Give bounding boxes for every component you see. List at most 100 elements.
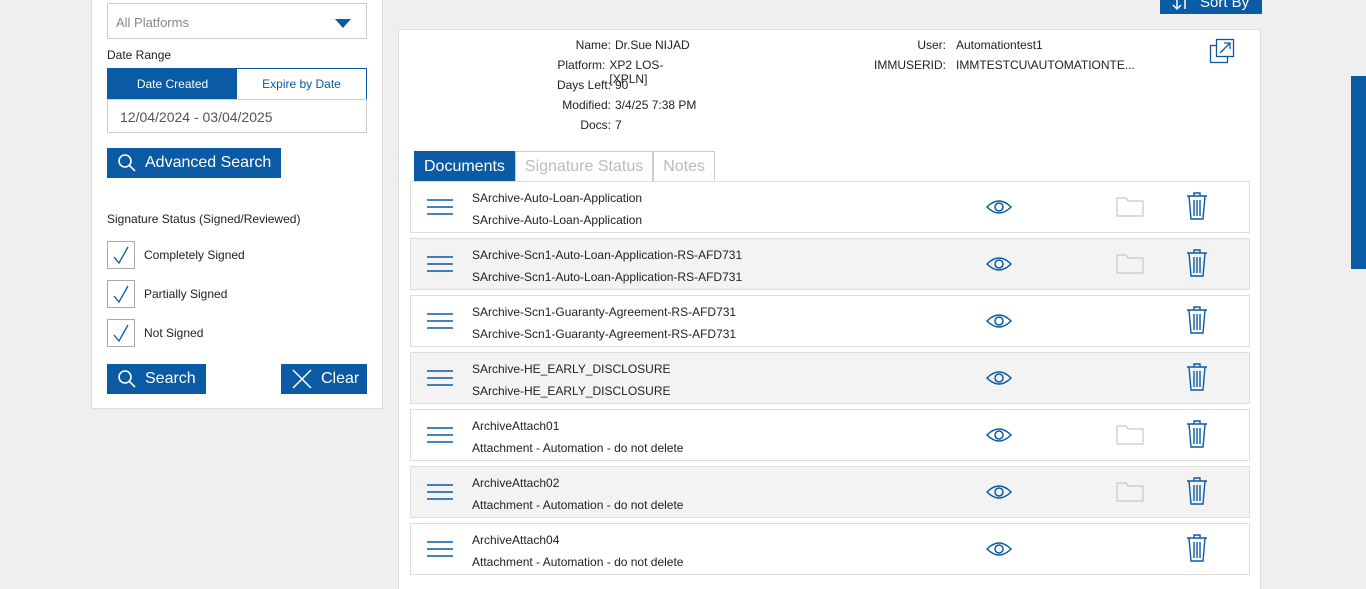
document-name: ArchiveAttach04	[472, 533, 560, 547]
view-eye-icon[interactable]	[985, 482, 1013, 507]
trash-icon[interactable]	[1186, 534, 1208, 567]
trash-icon[interactable]	[1186, 477, 1208, 510]
date-created-tab[interactable]: Date Created	[108, 69, 237, 99]
menu-icon[interactable]	[427, 540, 453, 563]
document-name: ArchiveAttach01	[472, 419, 560, 433]
menu-icon[interactable]	[427, 426, 453, 449]
info-key: Docs:	[580, 118, 611, 132]
search-icon	[118, 154, 136, 172]
side-panel-handle[interactable]	[1351, 76, 1366, 269]
info-value: 7	[615, 118, 622, 132]
info-row-name: Name: Dr.Sue NIJAD	[399, 38, 699, 58]
document-name: ArchiveAttach02	[472, 476, 560, 490]
trash-icon[interactable]	[1186, 306, 1208, 339]
menu-icon[interactable]	[427, 255, 453, 278]
view-eye-icon[interactable]	[985, 539, 1013, 564]
view-eye-icon[interactable]	[985, 311, 1013, 336]
checkmark-icon	[107, 241, 135, 269]
advanced-search-label: Advanced Search	[145, 154, 272, 171]
date-type-toggle: Date Created Expire by Date	[107, 68, 367, 100]
search-button[interactable]: Search	[107, 364, 206, 394]
tab-documents[interactable]: Documents	[414, 151, 515, 182]
platform-select[interactable]: All Platforms	[107, 3, 367, 39]
partially-signed-checkbox[interactable]: Partially Signed	[107, 280, 227, 308]
menu-icon[interactable]	[427, 483, 453, 506]
clear-label: Clear	[321, 370, 360, 387]
document-row[interactable]: SArchive-Scn1-Guaranty-Agreement-RS-AFD7…	[410, 295, 1250, 347]
folder-icon[interactable]	[1116, 480, 1144, 507]
chevron-down-icon	[335, 19, 351, 28]
document-row[interactable]: ArchiveAttach04 Attachment - Automation -…	[410, 523, 1250, 575]
search-label: Search	[145, 370, 196, 387]
document-description: Attachment - Automation - do not delete	[472, 555, 684, 569]
checkmark-icon	[107, 280, 135, 308]
completely-signed-label: Completely Signed	[144, 248, 245, 262]
clear-button[interactable]: Clear	[281, 364, 367, 394]
document-description: SArchive-HE_EARLY_DISCLOSURE	[472, 384, 671, 398]
info-row-modified: Modified: 3/4/25 7:38 PM	[399, 98, 699, 118]
info-value: Dr.Sue NIJAD	[615, 38, 690, 52]
open-external-icon[interactable]	[1209, 38, 1235, 69]
info-key: IMMUSERID:	[874, 58, 946, 72]
record-card: Name: Dr.Sue NIJAD Platform: XP2 LOS-[XPLN…	[398, 29, 1261, 589]
advanced-search-button[interactable]: Advanced Search	[107, 148, 281, 178]
document-name: SArchive-Scn1-Guaranty-Agreement-RS-AFD7…	[472, 305, 737, 319]
menu-icon[interactable]	[427, 312, 453, 335]
document-description: SArchive-Scn1-Auto-Loan-Application-RS-A…	[472, 270, 743, 284]
document-description: Attachment - Automation - do not delete	[472, 441, 684, 455]
partially-signed-label: Partially Signed	[144, 287, 228, 301]
tab-notes[interactable]: Notes	[653, 151, 716, 182]
filter-panel: All Platforms Date Range Date Created Ex…	[91, 0, 383, 409]
menu-icon[interactable]	[427, 198, 453, 221]
info-row-immuserid: IMMUSERID: IMMTESTCU\AUTOMATIONTE...	[849, 58, 1135, 78]
trash-icon[interactable]	[1186, 420, 1208, 453]
not-signed-label: Not Signed	[144, 326, 204, 340]
sort-by-button[interactable]: Sort By	[1160, 0, 1262, 14]
not-signed-checkbox[interactable]: Not Signed	[107, 319, 203, 347]
view-eye-icon[interactable]	[985, 254, 1013, 279]
search-icon	[118, 370, 136, 388]
checkmark-icon	[107, 319, 135, 347]
record-tabs: Documents Signature Status Notes	[414, 151, 716, 182]
info-value: Automationtest1	[956, 38, 1043, 52]
document-name: SArchive-HE_EARLY_DISCLOSURE	[472, 362, 671, 376]
document-description: SArchive-Scn1-Guaranty-Agreement-RS-AFD7…	[472, 327, 737, 341]
platform-select-value: All Platforms	[116, 15, 189, 30]
date-range-input[interactable]: 12/04/2024 - 03/04/2025	[107, 99, 367, 133]
folder-icon[interactable]	[1116, 195, 1144, 222]
tab-signature-status[interactable]: Signature Status	[514, 151, 654, 182]
view-eye-icon[interactable]	[985, 197, 1013, 222]
document-name: SArchive-Scn1-Auto-Loan-Application-RS-A…	[472, 248, 743, 262]
trash-icon[interactable]	[1186, 249, 1208, 282]
expire-by-date-tab[interactable]: Expire by Date	[237, 69, 366, 99]
info-row-days-left: Days Left: 90	[399, 78, 699, 98]
document-description: Attachment - Automation - do not delete	[472, 498, 684, 512]
document-row[interactable]: SArchive-HE_EARLY_DISCLOSURE SArchive-HE_…	[410, 352, 1250, 404]
signature-status-label: Signature Status (Signed/Reviewed)	[107, 212, 301, 226]
trash-icon[interactable]	[1186, 363, 1208, 396]
info-value: XP2 LOS-[XPLN]	[609, 58, 664, 86]
info-value: 3/4/25 7:38 PM	[615, 98, 697, 112]
view-eye-icon[interactable]	[985, 368, 1013, 393]
info-value: IMMTESTCU\AUTOMATIONTE...	[956, 58, 1135, 72]
info-row-platform: Platform: XP2 LOS-[XPLN]	[399, 58, 699, 86]
document-row[interactable]: ArchiveAttach01 Attachment - Automation -…	[410, 409, 1250, 461]
trash-icon[interactable]	[1186, 192, 1208, 225]
document-row[interactable]: SArchive-Auto-Loan-Application SArchive-A…	[410, 181, 1250, 233]
date-range-label: Date Range	[107, 48, 172, 62]
view-eye-icon[interactable]	[985, 425, 1013, 450]
sort-by-label: Sort By	[1200, 0, 1250, 11]
record-info-left: Name: Dr.Sue NIJAD Platform: XP2 LOS-[XPLN…	[399, 38, 699, 138]
info-key: Platform:	[557, 58, 606, 72]
sort-icon	[1172, 0, 1186, 11]
folder-icon[interactable]	[1116, 423, 1144, 450]
document-row[interactable]: ArchiveAttach02 Attachment - Automation -…	[410, 466, 1250, 518]
info-key: User:	[917, 38, 946, 52]
menu-icon[interactable]	[427, 369, 453, 392]
document-description: SArchive-Auto-Loan-Application	[472, 213, 643, 227]
info-row-user: User: Automationtest1	[849, 38, 1135, 58]
completely-signed-checkbox[interactable]: Completely Signed	[107, 241, 245, 269]
folder-icon[interactable]	[1116, 252, 1144, 279]
record-info-right: User: Automationtest1 IMMUSERID: IMMTESTCU…	[849, 38, 1135, 78]
document-row[interactable]: SArchive-Scn1-Auto-Loan-Application-RS-A…	[410, 238, 1250, 290]
